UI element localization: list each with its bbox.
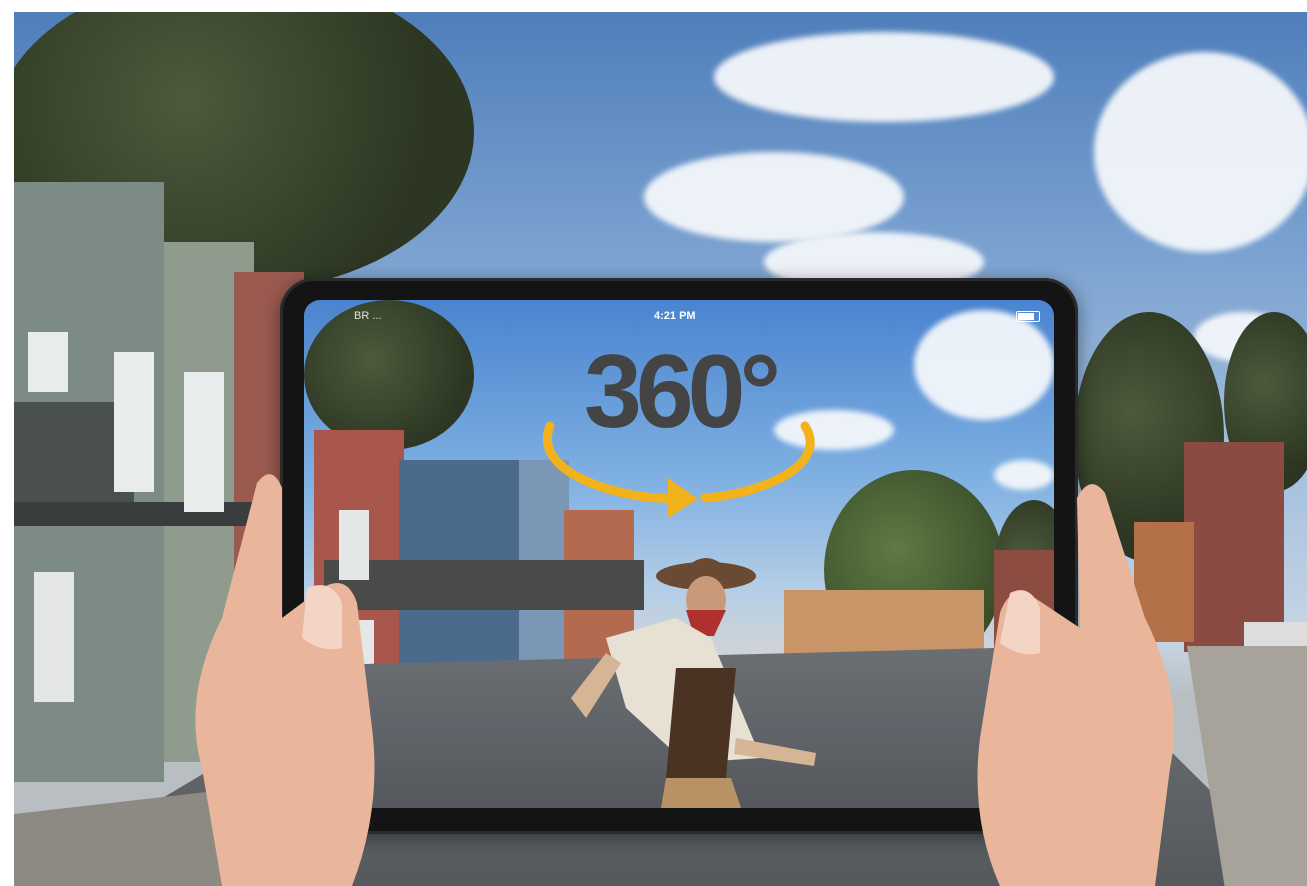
carrier-label: BR ... <box>354 310 382 322</box>
cloud <box>644 152 904 242</box>
cowboy-actor <box>571 558 816 808</box>
status-bar: BR ... 4:21 PM <box>304 306 1054 326</box>
rotation-arrow-icon <box>543 421 815 518</box>
window <box>114 352 154 492</box>
cloud <box>714 32 1054 122</box>
clock: 4:21 PM <box>654 310 696 322</box>
cloud <box>914 310 1054 420</box>
building <box>1184 442 1284 652</box>
window <box>28 332 68 392</box>
cloud <box>1094 52 1307 252</box>
window <box>34 572 74 702</box>
right-hand <box>977 484 1175 886</box>
battery-icon <box>1016 311 1040 322</box>
left-hand <box>195 474 375 886</box>
